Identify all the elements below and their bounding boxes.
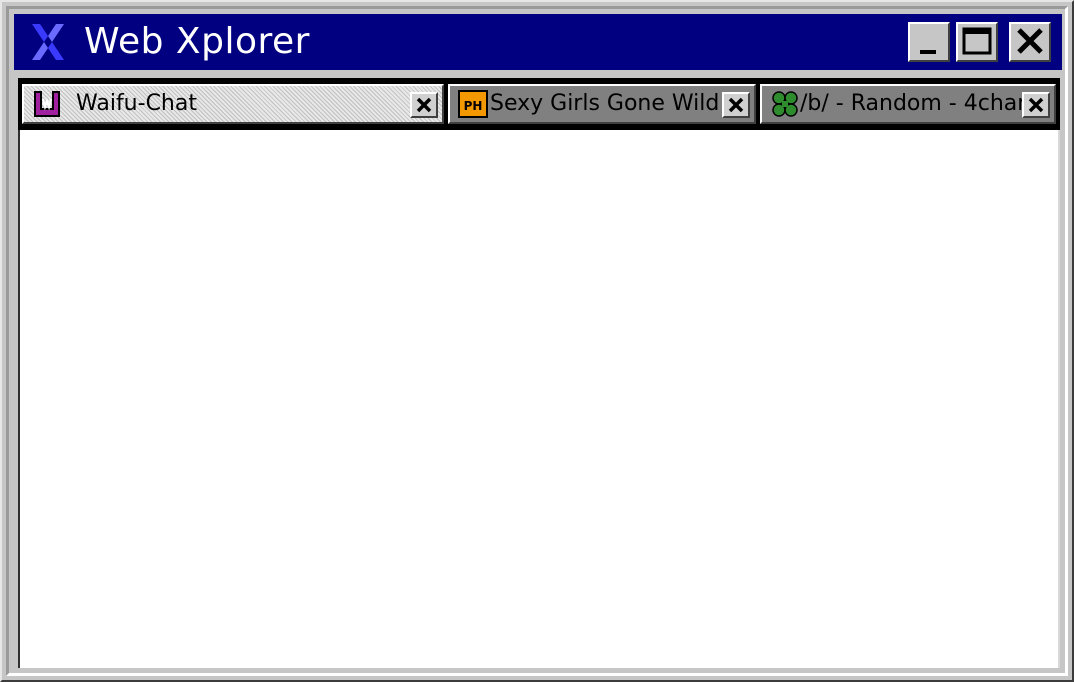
page-content-area[interactable] [18,130,1060,668]
tab-sexy-girls-gone-wild[interactable]: PH Sexy Girls Gone Wild [448,84,756,124]
close-tab-button[interactable] [722,92,750,118]
tab-4chan-random[interactable]: /b/ - Random - 4chan [760,84,1056,124]
close-icon [728,97,744,113]
close-tab-button[interactable] [410,92,438,118]
maximize-icon [962,27,992,55]
svg-text:PH: PH [464,99,483,113]
close-icon [416,97,432,113]
close-tab-button[interactable] [1022,92,1050,118]
minimize-icon [920,50,936,54]
tab-label: Sexy Girls Gone Wild [490,91,720,116]
maximize-button[interactable] [956,22,998,62]
ph-favicon-icon: PH [458,89,488,119]
clover-favicon-icon [770,89,800,119]
x-logo-icon [28,22,68,62]
close-icon [1017,28,1043,54]
tab-label: Waifu-Chat [76,91,197,116]
close-icon [1028,97,1044,113]
tab-label: /b/ - Random - 4chan [800,91,1032,116]
close-button[interactable] [1009,22,1051,62]
tab-strip: Waifu-Chat PH Sexy Girls Gone Wild /b/ -… [18,78,1060,130]
browser-window: Web Xplorer Waifu-Chat PH Sexy Girls Gon… [0,0,1074,682]
title-bar[interactable]: Web Xplorer [14,14,1062,70]
window-title: Web Xplorer [84,21,310,62]
tab-waifu-chat[interactable]: Waifu-Chat [22,84,444,124]
waifu-chat-favicon-icon [32,89,62,119]
minimize-button[interactable] [908,22,950,62]
